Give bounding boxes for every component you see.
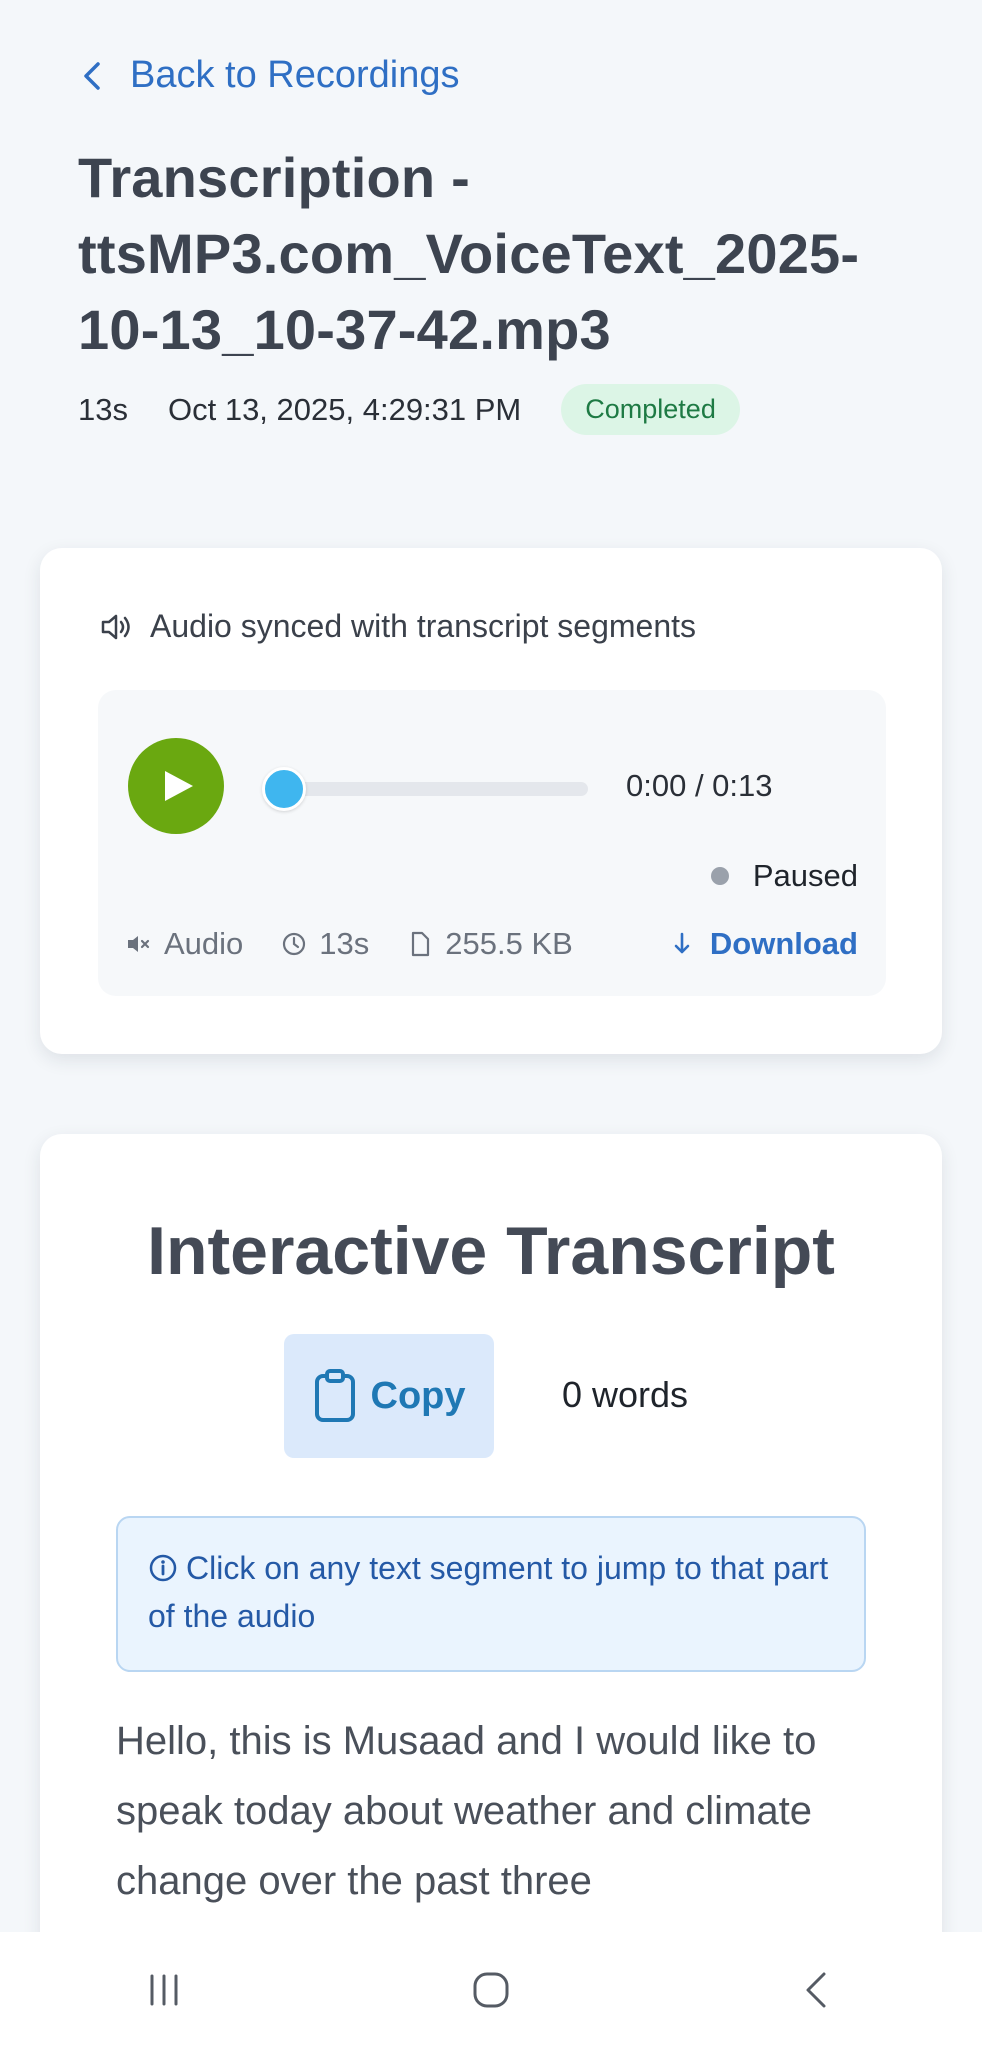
status-dot	[710, 867, 729, 885]
status-badge: Completed	[561, 384, 740, 435]
speaker-muted-icon	[128, 936, 150, 952]
transcript-segment[interactable]: Hello, this is Musaad and I would like t…	[116, 1706, 876, 1916]
back-icon[interactable]	[796, 1968, 840, 2012]
audio-file-size: 255.5 KB	[407, 926, 573, 962]
info-icon	[149, 1554, 177, 1582]
play-button[interactable]	[128, 738, 224, 834]
audio-player: 0:00 / 0:13 Paused Audio 13s 255.5 KB Do…	[98, 690, 886, 996]
audio-duration-label: 13s	[319, 926, 370, 961]
play-icon	[165, 771, 193, 801]
speaker-icon	[101, 614, 130, 639]
file-icon	[412, 931, 430, 957]
audio-type: Audio	[126, 926, 243, 962]
word-count: 0 words	[562, 1374, 689, 1415]
playback-status-label: Paused	[752, 858, 858, 893]
audio-info-row: Audio 13s 255.5 KB Download	[126, 926, 858, 962]
home-icon[interactable]	[469, 1968, 513, 2012]
audio-duration: 13s	[281, 926, 369, 962]
audio-type-label: Audio	[164, 926, 244, 961]
progress-slider[interactable]	[262, 767, 588, 811]
clipboard-icon	[314, 1369, 355, 1422]
meta-date: Oct 13, 2025, 4:29:31 PM	[167, 391, 522, 427]
recent-apps-icon[interactable]	[142, 1968, 186, 2012]
transcript-hint-text: Click on any text segment to jump to tha…	[148, 1550, 829, 1634]
audio-sync-note: Audio synced with transcript segments	[100, 608, 696, 645]
download-label: Download	[709, 926, 858, 961]
time-display: 0:00 / 0:13	[626, 768, 773, 803]
copy-label: Copy	[370, 1374, 466, 1417]
system-nav-bar	[0, 1932, 982, 2048]
download-button[interactable]: Download	[672, 926, 858, 962]
audio-file-size-label: 255.5 KB	[445, 926, 573, 961]
back-link-label: Back to Recordings	[130, 54, 460, 96]
transcript-card: Interactive Transcript Copy 0 words Clic…	[40, 1134, 942, 2034]
recording-meta: 13s Oct 13, 2025, 4:29:31 PM Completed	[78, 384, 740, 435]
playback-status: Paused	[710, 858, 858, 894]
audio-card: Audio synced with transcript segments 0:…	[40, 548, 942, 1054]
chevron-left-icon	[84, 61, 100, 90]
progress-thumb[interactable]	[262, 767, 306, 811]
page-title: Transcription - ttsMP3.com_VoiceText_202…	[78, 146, 860, 361]
audio-sync-text: Audio synced with transcript segments	[150, 608, 697, 644]
meta-duration: 13s	[78, 391, 128, 427]
transcript-hint: Click on any text segment to jump to tha…	[116, 1516, 866, 1672]
transcript-heading: Interactive Transcript	[147, 1213, 835, 1289]
copy-button[interactable]: Copy	[284, 1334, 494, 1458]
back-to-recordings-link[interactable]: Back to Recordings	[80, 54, 460, 97]
arrow-down-icon	[674, 932, 690, 954]
clock-icon	[283, 932, 306, 956]
